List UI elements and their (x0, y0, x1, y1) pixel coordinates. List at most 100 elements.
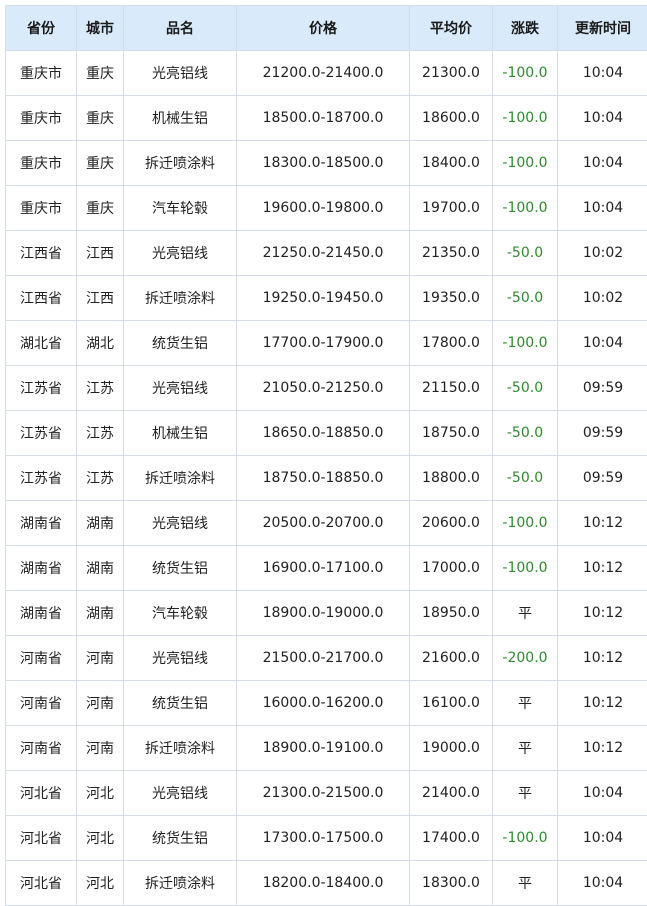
update-time-cell: 10:04 (558, 861, 647, 906)
price-range-cell: 18650.0-18850.0 (237, 411, 410, 456)
update-time-cell: 10:04 (558, 816, 647, 861)
update-time-cell: 10:04 (558, 141, 647, 186)
price-range-cell: 18300.0-18500.0 (237, 141, 410, 186)
city-cell: 河南 (77, 681, 124, 726)
city-cell: 河北 (77, 861, 124, 906)
product-name-cell: 汽车轮毂 (124, 591, 237, 636)
update-time-cell: 10:12 (558, 546, 647, 591)
table-body: 重庆市重庆光亮铝线21200.0-21400.021300.0-100.010:… (6, 51, 647, 906)
average-price-cell: 18300.0 (410, 861, 493, 906)
product-name-cell: 光亮铝线 (124, 501, 237, 546)
header-row: 省份 城市 品名 价格 平均价 涨跌 更新时间 (6, 6, 647, 51)
update-time-cell: 10:04 (558, 96, 647, 141)
province-cell: 湖南省 (6, 501, 77, 546)
average-price-cell: 21350.0 (410, 231, 493, 276)
province-cell: 河北省 (6, 816, 77, 861)
table-header: 省份 城市 品名 价格 平均价 涨跌 更新时间 (6, 6, 647, 51)
product-name-cell: 拆迁喷涂料 (124, 861, 237, 906)
change-cell: 平 (493, 726, 558, 771)
table-row: 湖南省湖南统货生铝16900.0-17100.017000.0-100.010:… (6, 546, 647, 591)
average-price-cell: 18950.0 (410, 591, 493, 636)
average-price-cell: 16100.0 (410, 681, 493, 726)
price-range-cell: 17300.0-17500.0 (237, 816, 410, 861)
change-cell: -100.0 (493, 546, 558, 591)
change-cell: -100.0 (493, 186, 558, 231)
average-price-cell: 17000.0 (410, 546, 493, 591)
update-time-cell: 10:02 (558, 231, 647, 276)
average-price-cell: 21600.0 (410, 636, 493, 681)
product-name-cell: 光亮铝线 (124, 231, 237, 276)
header-average-price: 平均价 (410, 6, 493, 51)
table-row: 河北省河北统货生铝17300.0-17500.017400.0-100.010:… (6, 816, 647, 861)
table-row: 江苏省江苏机械生铝18650.0-18850.018750.0-50.009:5… (6, 411, 647, 456)
change-cell: 平 (493, 861, 558, 906)
average-price-cell: 21400.0 (410, 771, 493, 816)
product-name-cell: 光亮铝线 (124, 51, 237, 96)
product-name-cell: 统货生铝 (124, 816, 237, 861)
table-row: 河南省河南光亮铝线21500.0-21700.021600.0-200.010:… (6, 636, 647, 681)
average-price-cell: 18600.0 (410, 96, 493, 141)
update-time-cell: 10:04 (558, 186, 647, 231)
update-time-cell: 09:59 (558, 411, 647, 456)
average-price-cell: 19000.0 (410, 726, 493, 771)
update-time-cell: 10:04 (558, 771, 647, 816)
province-cell: 湖南省 (6, 591, 77, 636)
price-range-cell: 17700.0-17900.0 (237, 321, 410, 366)
change-cell: 平 (493, 591, 558, 636)
change-cell: 平 (493, 771, 558, 816)
product-name-cell: 统货生铝 (124, 546, 237, 591)
update-time-cell: 09:59 (558, 366, 647, 411)
price-range-cell: 19600.0-19800.0 (237, 186, 410, 231)
table-row: 江西省江西拆迁喷涂料19250.0-19450.019350.0-50.010:… (6, 276, 647, 321)
table-row: 重庆市重庆拆迁喷涂料18300.0-18500.018400.0-100.010… (6, 141, 647, 186)
average-price-cell: 21150.0 (410, 366, 493, 411)
update-time-cell: 10:12 (558, 636, 647, 681)
city-cell: 重庆 (77, 186, 124, 231)
city-cell: 河南 (77, 636, 124, 681)
average-price-cell: 18800.0 (410, 456, 493, 501)
change-cell: -50.0 (493, 276, 558, 321)
table-row: 湖南省湖南光亮铝线20500.0-20700.020600.0-100.010:… (6, 501, 647, 546)
price-range-cell: 20500.0-20700.0 (237, 501, 410, 546)
price-range-cell: 18200.0-18400.0 (237, 861, 410, 906)
change-cell: -100.0 (493, 96, 558, 141)
product-name-cell: 统货生铝 (124, 681, 237, 726)
province-cell: 重庆市 (6, 141, 77, 186)
average-price-cell: 20600.0 (410, 501, 493, 546)
city-cell: 湖南 (77, 591, 124, 636)
average-price-cell: 17800.0 (410, 321, 493, 366)
product-name-cell: 光亮铝线 (124, 771, 237, 816)
city-cell: 重庆 (77, 96, 124, 141)
update-time-cell: 10:12 (558, 591, 647, 636)
table-row: 河南省河南拆迁喷涂料18900.0-19100.019000.0平10:12 (6, 726, 647, 771)
change-cell: -100.0 (493, 51, 558, 96)
province-cell: 重庆市 (6, 51, 77, 96)
city-cell: 江西 (77, 231, 124, 276)
average-price-cell: 18400.0 (410, 141, 493, 186)
product-name-cell: 汽车轮毂 (124, 186, 237, 231)
province-cell: 湖南省 (6, 546, 77, 591)
province-cell: 江苏省 (6, 411, 77, 456)
update-time-cell: 10:02 (558, 276, 647, 321)
product-name-cell: 光亮铝线 (124, 366, 237, 411)
change-cell: 平 (493, 681, 558, 726)
change-cell: -50.0 (493, 231, 558, 276)
province-cell: 江苏省 (6, 456, 77, 501)
price-range-cell: 16900.0-17100.0 (237, 546, 410, 591)
table-row: 湖北省湖北统货生铝17700.0-17900.017800.0-100.010:… (6, 321, 647, 366)
city-cell: 重庆 (77, 141, 124, 186)
change-cell: -100.0 (493, 321, 558, 366)
header-change: 涨跌 (493, 6, 558, 51)
product-name-cell: 拆迁喷涂料 (124, 726, 237, 771)
change-cell: -200.0 (493, 636, 558, 681)
average-price-cell: 19350.0 (410, 276, 493, 321)
price-range-cell: 21200.0-21400.0 (237, 51, 410, 96)
price-table-container: 省份 城市 品名 价格 平均价 涨跌 更新时间 重庆市重庆光亮铝线21200.0… (5, 5, 647, 906)
province-cell: 河南省 (6, 726, 77, 771)
province-cell: 重庆市 (6, 96, 77, 141)
table-row: 重庆市重庆汽车轮毂19600.0-19800.019700.0-100.010:… (6, 186, 647, 231)
average-price-cell: 21300.0 (410, 51, 493, 96)
table-row: 江西省江西光亮铝线21250.0-21450.021350.0-50.010:0… (6, 231, 647, 276)
header-price: 价格 (237, 6, 410, 51)
price-range-cell: 19250.0-19450.0 (237, 276, 410, 321)
